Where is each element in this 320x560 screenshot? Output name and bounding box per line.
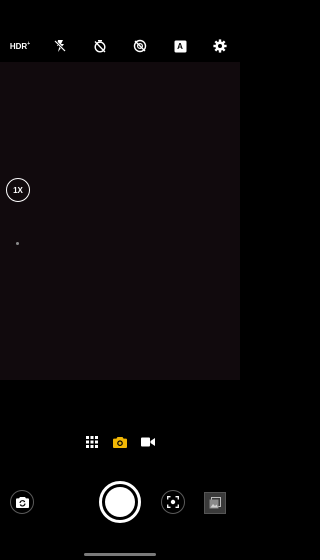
- flash-off-icon[interactable]: [52, 38, 68, 54]
- timer-off-icon[interactable]: [92, 38, 108, 54]
- zoom-label: 1X: [13, 185, 23, 195]
- camera-bottom-bar: [0, 380, 240, 560]
- gear-icon[interactable]: [212, 38, 228, 54]
- switch-camera-button[interactable]: [10, 490, 34, 514]
- camera-top-bar: HDR+ A: [0, 0, 240, 62]
- more-modes-icon[interactable]: [85, 435, 99, 449]
- zoom-indicator-dot: [16, 242, 19, 245]
- gallery-icon: [209, 497, 221, 509]
- hdr-icon[interactable]: HDR+: [9, 38, 31, 54]
- hdr-label: HDR+: [9, 40, 31, 51]
- gallery-thumbnail[interactable]: [204, 492, 226, 514]
- video-mode-icon[interactable]: [141, 435, 155, 449]
- shutter-button[interactable]: [99, 481, 141, 523]
- auto-scene-label: A: [177, 41, 183, 51]
- home-indicator[interactable]: [84, 553, 156, 556]
- scan-button[interactable]: [161, 490, 185, 514]
- auto-scene-icon[interactable]: A: [172, 38, 188, 54]
- scan-icon: [167, 496, 179, 508]
- photo-mode-icon[interactable]: [113, 435, 127, 449]
- filter-off-icon[interactable]: [132, 38, 148, 54]
- shutter-inner: [105, 487, 135, 517]
- camera-viewfinder[interactable]: [0, 62, 240, 380]
- zoom-button[interactable]: 1X: [6, 178, 30, 202]
- switch-camera-icon: [15, 497, 29, 508]
